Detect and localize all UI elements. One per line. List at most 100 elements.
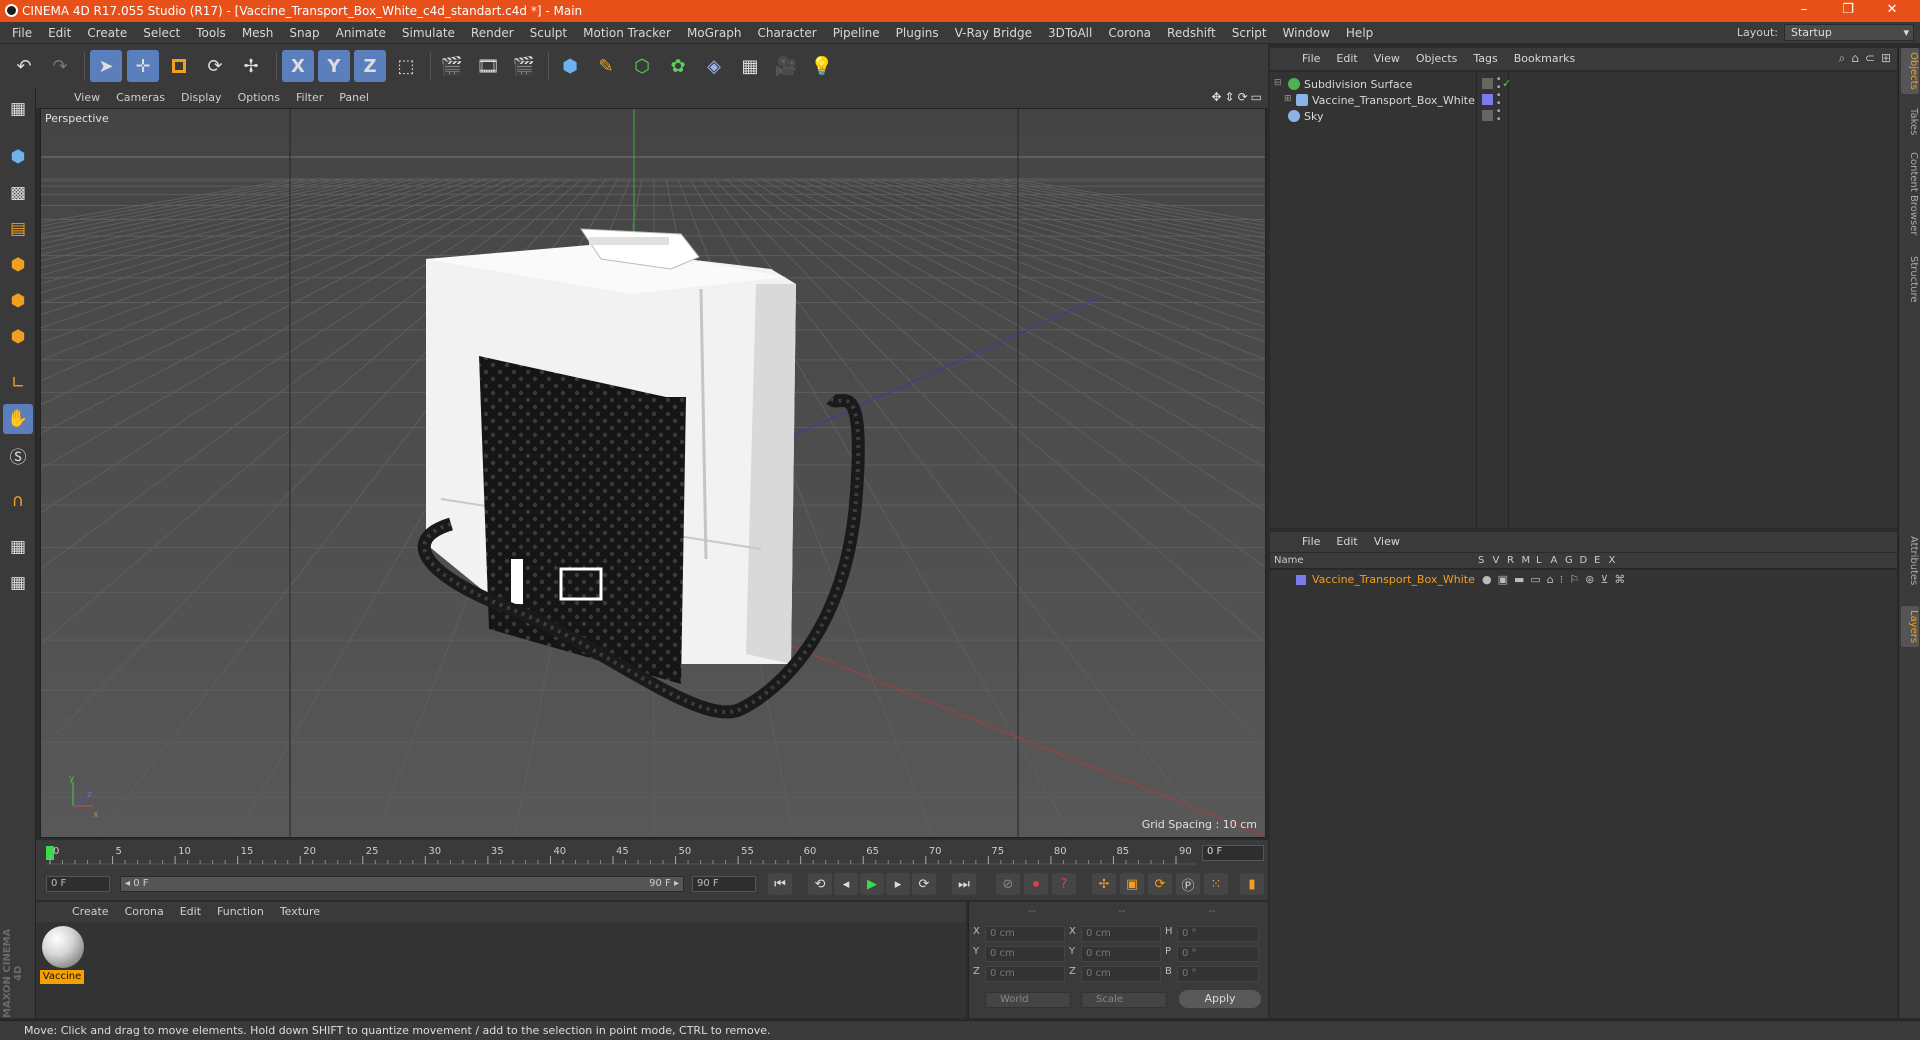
redo-icon[interactable]: ↷ [44,50,76,82]
minimize-button[interactable]: – [1784,2,1824,20]
menu-select[interactable]: Select [135,26,188,40]
side-tab-attributes[interactable]: Attributes [1901,532,1919,589]
close-button[interactable]: ✕ [1872,2,1912,20]
side-tab-layers[interactable]: Layers [1901,606,1919,648]
x-axis-button[interactable]: X [282,50,314,82]
move-tool-icon[interactable]: ✛ [127,50,159,82]
menu-pipeline[interactable]: Pipeline [825,26,888,40]
position-x-field[interactable]: 0 cm [985,926,1065,942]
layer-column-d[interactable]: D [1580,555,1588,566]
workplane-icon[interactable]: ▤ [3,214,33,244]
menu-help[interactable]: Help [1338,26,1381,40]
layer-column-v[interactable]: V [1493,555,1500,566]
visibility-dots[interactable]: • • [1496,108,1501,125]
layer-column-a[interactable]: A [1551,555,1558,566]
enabled-check-icon[interactable]: ✓ [1502,77,1511,90]
object-menu-bookmarks[interactable]: Bookmarks [1506,52,1583,65]
rotation-h-field[interactable]: 0 ° [1177,926,1259,942]
coordinate-space-dropdown[interactable]: World [985,992,1071,1008]
material-menu-create[interactable]: Create [64,905,117,918]
menu-window[interactable]: Window [1275,26,1338,40]
menu-redshift[interactable]: Redshift [1159,26,1224,40]
size-x-field[interactable]: 0 cm [1081,926,1161,942]
apply-button[interactable]: Apply [1179,990,1261,1008]
menu-simulate[interactable]: Simulate [394,26,463,40]
menu-sculpt[interactable]: Sculpt [522,26,575,40]
position-z-field[interactable]: 0 cm [985,966,1065,982]
lock-workplane-icon[interactable]: ▦ [3,532,33,562]
object-menu-objects[interactable]: Objects [1408,52,1466,65]
object-menu-file[interactable]: File [1294,52,1328,65]
texture-mode-icon[interactable]: ▩ [3,178,33,208]
y-axis-button[interactable]: Y [318,50,350,82]
object-menu-tags[interactable]: Tags [1465,52,1505,65]
rotate-view-icon[interactable]: ⟳ [1238,90,1248,104]
render-view-icon[interactable]: 🎬 [436,50,468,82]
previous-frame-icon[interactable]: ◂ [834,873,858,895]
menu-file[interactable]: File [4,26,40,40]
layer-color-swatch[interactable] [1296,575,1306,585]
layer-column-m[interactable]: M [1522,555,1531,566]
object-row[interactable]: Sky • • [1270,106,1897,126]
previous-key-icon[interactable]: ⟲ [808,873,832,895]
transform-tool-icon[interactable]: ✢ [235,50,267,82]
viewport-menu-display[interactable]: Display [173,91,230,104]
viewport-menu-cameras[interactable]: Cameras [108,91,173,104]
position-key-icon[interactable]: ✢ [1092,873,1116,895]
record-keys-icon[interactable]: ⊘ [996,873,1020,895]
menu-animate[interactable]: Animate [328,26,394,40]
menu-tools[interactable]: Tools [188,26,234,40]
tweak-mode-icon[interactable]: ✋ [3,404,33,434]
layer-column-x[interactable]: X [1609,555,1616,566]
layer-column-s[interactable]: S [1478,555,1484,566]
selection-arrow-icon[interactable]: ➤ [90,50,122,82]
material-menu-texture[interactable]: Texture [272,905,328,918]
zoom-view-icon[interactable]: ⇕ [1225,90,1235,104]
menu-script[interactable]: Script [1224,26,1275,40]
timeline-ruler[interactable]: 0 5 10 15 20 25 30 35 40 45 50 55 60 65 70 75 80 85 90 0 F [36,840,1268,868]
subdivision-surface-icon[interactable]: ⬡ [626,50,658,82]
maximize-view-icon[interactable]: ▭ [1251,90,1262,104]
start-frame-field[interactable]: 0 F [46,876,110,892]
layer-column-name[interactable]: Name [1274,555,1304,566]
play-icon[interactable]: ▶ [860,873,884,895]
material-name-label[interactable]: Vaccine [40,970,84,984]
viewport-menu-view[interactable]: View [66,91,108,104]
rotation-p-field[interactable]: 0 ° [1177,946,1259,962]
viewport-menu-panel[interactable]: Panel [331,91,377,104]
side-tab-structure[interactable]: Structure [1901,252,1919,307]
collapse-icon[interactable]: ⊟ [1274,78,1282,88]
menu-snap[interactable]: Snap [281,26,327,40]
link-icon[interactable]: ⊂ [1865,51,1875,66]
rotation-key-icon[interactable]: ⟳ [1148,873,1172,895]
material-preview-sphere[interactable] [42,926,84,968]
auto-keying-icon[interactable]: ⏺ [1024,873,1048,895]
keyframe-selection-icon[interactable]: ? [1052,873,1076,895]
menu-corona[interactable]: Corona [1100,26,1159,40]
deformer-icon[interactable]: ◈ [698,50,730,82]
object-menu-view[interactable]: View [1366,52,1408,65]
menu-render[interactable]: Render [463,26,522,40]
layer-column-g[interactable]: G [1565,555,1573,566]
layer-tag-icon[interactable] [1482,78,1493,89]
viewport-menu-filter[interactable]: Filter [288,91,331,104]
restore-button[interactable]: ❐ [1828,2,1868,20]
magnet-icon[interactable]: ∩ [3,486,33,516]
material-menu-edit[interactable]: Edit [172,905,209,918]
edges-mode-icon[interactable]: ⬢ [3,286,33,316]
material-menu-function[interactable]: Function [209,905,272,918]
make-editable-icon[interactable]: ▦ [3,94,33,124]
undo-icon[interactable]: ↶ [8,50,40,82]
coordinate-system-icon[interactable]: ⬚ [390,50,422,82]
layer-menu-file[interactable]: File [1294,535,1328,548]
size-z-field[interactable]: 0 cm [1081,966,1161,982]
side-tab-takes[interactable]: Takes [1901,104,1919,139]
layer-column-r[interactable]: R [1507,555,1514,566]
point-level-key-icon[interactable]: ⁙ [1204,873,1228,895]
material-menu-corona[interactable]: Corona [117,905,172,918]
menu-create[interactable]: Create [79,26,135,40]
home-icon[interactable]: ⌂ [1851,51,1859,66]
move-view-icon[interactable]: ✥ [1211,90,1221,104]
new-view-icon[interactable]: ⊞ [1881,51,1891,66]
go-to-start-icon[interactable]: ⏮ [768,873,792,895]
